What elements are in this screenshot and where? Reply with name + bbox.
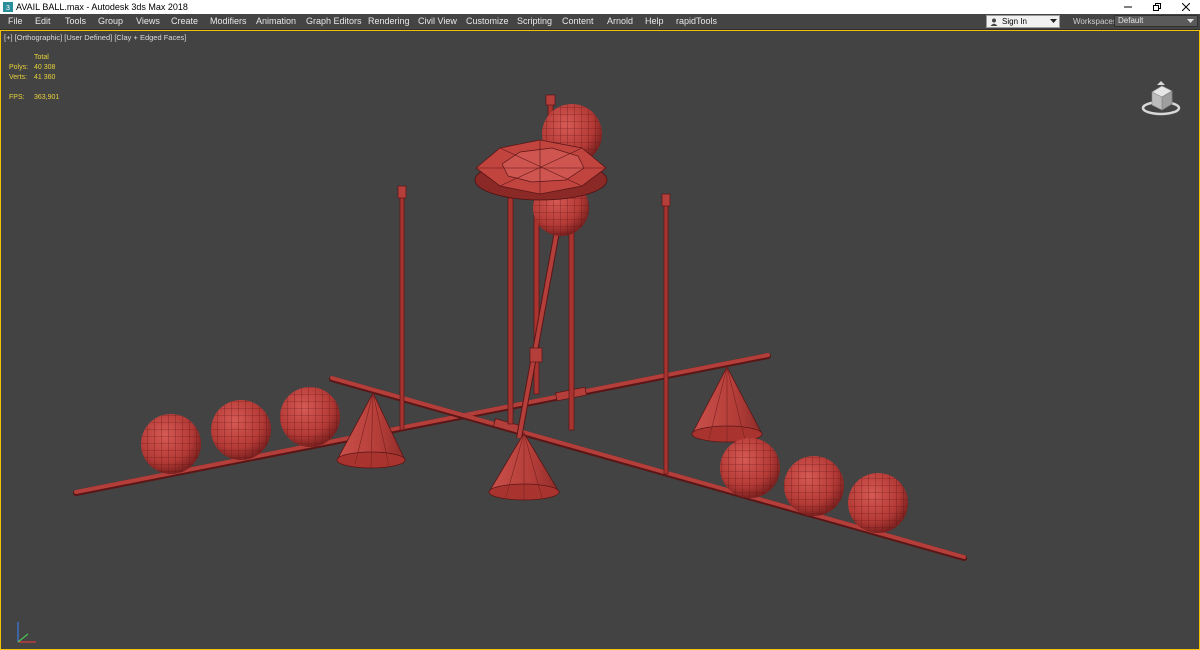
menu-edit[interactable]: Edit	[35, 15, 51, 27]
menu-rapidtools[interactable]: rapidTools	[676, 15, 717, 27]
menu-scripting[interactable]: Scripting	[517, 15, 552, 27]
menu-create[interactable]: Create	[171, 15, 198, 27]
sign-in-dropdown[interactable]: Sign In	[986, 15, 1060, 28]
menu-rendering[interactable]: Rendering	[368, 15, 410, 27]
viewport-menu-plus[interactable]: [+]	[4, 33, 13, 42]
scene-canvas[interactable]	[0, 30, 1200, 650]
menu-views[interactable]: Views	[136, 15, 160, 27]
menu-civil-view[interactable]: Civil View	[418, 15, 457, 27]
sign-in-label: Sign In	[1002, 17, 1027, 26]
viewport-view-preset[interactable]: [User Defined]	[64, 33, 112, 42]
stats-verts-label: Verts:	[9, 74, 27, 81]
stats-verts-value: 41 360	[34, 74, 56, 81]
viewport-shading-mode[interactable]: [Clay + Edged Faces]	[114, 33, 186, 42]
perspective-viewport[interactable]: [+] [Orthographic] [User Defined] [Clay …	[0, 30, 1200, 650]
user-icon	[990, 18, 998, 26]
sphere-left-3[interactable]	[280, 387, 340, 447]
close-icon	[1182, 3, 1190, 11]
menu-tools[interactable]: Tools	[65, 15, 86, 27]
svg-text:3: 3	[6, 5, 10, 12]
menu-help[interactable]: Help	[645, 15, 664, 27]
menu-arnold[interactable]: Arnold	[607, 15, 633, 27]
workspaces-label: Workspaces:	[1073, 17, 1120, 26]
cone-shade-right[interactable]	[691, 366, 763, 443]
restore-button[interactable]	[1142, 0, 1172, 14]
stats-polys-label: Polys:	[9, 64, 29, 71]
menu-file[interactable]: File	[8, 15, 23, 27]
menu-animation[interactable]: Animation	[256, 15, 296, 27]
menu-graph-editors[interactable]: Graph Editors	[306, 15, 362, 27]
chevron-down-icon	[1050, 19, 1057, 23]
minimize-button[interactable]	[1113, 0, 1143, 14]
sphere-left-2[interactable]	[211, 400, 271, 460]
menu-group[interactable]: Group	[98, 15, 123, 27]
stats-fps-value: 363,901	[34, 94, 60, 101]
restore-icon	[1153, 3, 1161, 11]
minimize-icon	[1124, 6, 1132, 8]
sphere-left-1[interactable]	[141, 414, 201, 474]
chevron-down-icon	[1187, 19, 1194, 23]
stats-total-label: Total	[34, 54, 49, 61]
title-bar: 3 AVAIL BALL.max - Autodesk 3ds Max 2018	[0, 0, 1200, 14]
sphere-right-2[interactable]	[784, 456, 844, 516]
window-title: AVAIL BALL.max - Autodesk 3ds Max 2018	[16, 2, 188, 12]
menu-customize[interactable]: Customize	[466, 15, 509, 27]
sphere-right-1[interactable]	[720, 438, 780, 498]
menu-modifiers[interactable]: Modifiers	[210, 15, 247, 27]
workspace-value: Default	[1118, 16, 1144, 25]
stats-polys-value: 40 308	[34, 64, 56, 71]
stats-fps-label: FPS:	[9, 94, 25, 101]
3dsmax-app-icon: 3	[3, 2, 13, 12]
viewcube-icon[interactable]	[1140, 80, 1182, 120]
menu-bar: File Edit Tools Group Views Create Modif…	[0, 14, 1200, 30]
viewport-point-of-view[interactable]: [Orthographic]	[15, 33, 63, 42]
viewport-labels: [+] [Orthographic] [User Defined] [Clay …	[4, 33, 186, 43]
menu-content[interactable]: Content	[562, 15, 594, 27]
close-button[interactable]	[1171, 0, 1200, 14]
sphere-right-3[interactable]	[848, 473, 908, 533]
workspaces-select[interactable]: Default	[1114, 15, 1198, 27]
axis-tripod-icon	[17, 622, 36, 643]
